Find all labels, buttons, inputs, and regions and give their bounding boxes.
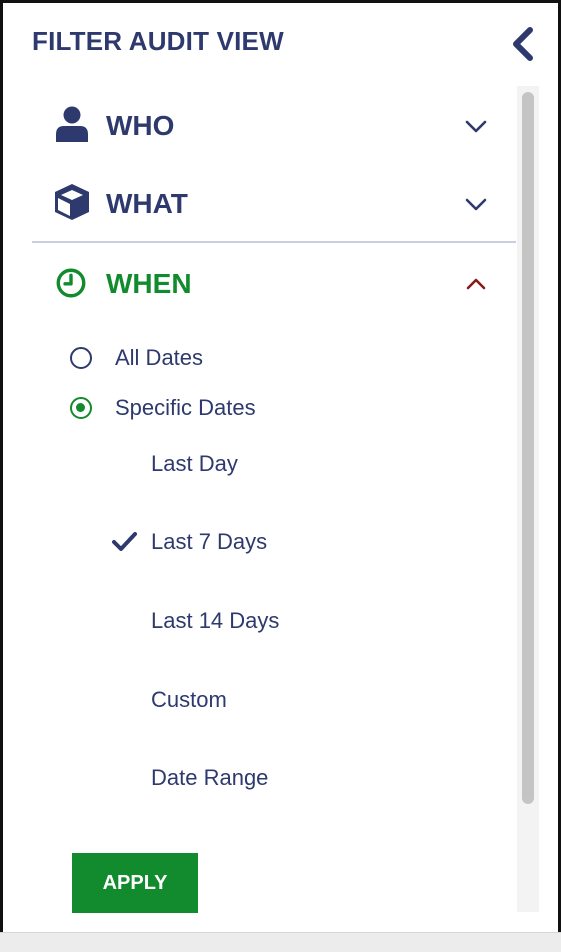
- cube-icon: [55, 184, 89, 220]
- section-what-label: WHAT: [106, 188, 188, 219]
- checkmark-icon: [112, 532, 137, 551]
- chevron-up-icon: [466, 278, 486, 290]
- panel-title: FILTER AUDIT VIEW: [32, 26, 284, 56]
- bottom-bar: [0, 932, 561, 952]
- radio-label: Specific Dates: [115, 395, 256, 420]
- date-option-label: Last 7 Days: [151, 529, 268, 554]
- radio-button-unselected: [70, 347, 92, 369]
- date-option-date-range[interactable]: Date Range: [112, 761, 412, 795]
- person-icon: [56, 106, 88, 142]
- radio-button-selected: [70, 397, 92, 419]
- date-option-last-day[interactable]: Last Day: [112, 447, 412, 481]
- section-when[interactable]: WHEN: [50, 260, 500, 308]
- section-who-label: WHO: [106, 110, 175, 141]
- section-what[interactable]: WHAT: [50, 180, 500, 228]
- date-option-last-7-days[interactable]: Last 7 Days: [112, 525, 412, 559]
- date-option-label: Last Day: [151, 451, 238, 476]
- radio-label: All Dates: [115, 345, 204, 370]
- date-option-label: Date Range: [151, 765, 269, 790]
- date-option-label: Last 14 Days: [151, 608, 280, 633]
- date-option-label: Custom: [151, 687, 227, 712]
- chevron-left-icon: [513, 27, 533, 61]
- clock-icon: [56, 268, 86, 298]
- chevron-down-icon: [465, 198, 487, 211]
- date-option-custom[interactable]: Custom: [112, 683, 412, 717]
- section-divider: [32, 241, 516, 243]
- collapse-panel-button[interactable]: [508, 26, 540, 62]
- date-option-last-14-days[interactable]: Last 14 Days: [112, 604, 412, 638]
- section-who[interactable]: WHO: [50, 102, 500, 150]
- chevron-down-icon: [465, 120, 487, 133]
- section-when-label: WHEN: [106, 268, 192, 299]
- apply-button[interactable]: APPLY: [72, 853, 198, 913]
- scrollbar-thumb[interactable]: [522, 92, 534, 804]
